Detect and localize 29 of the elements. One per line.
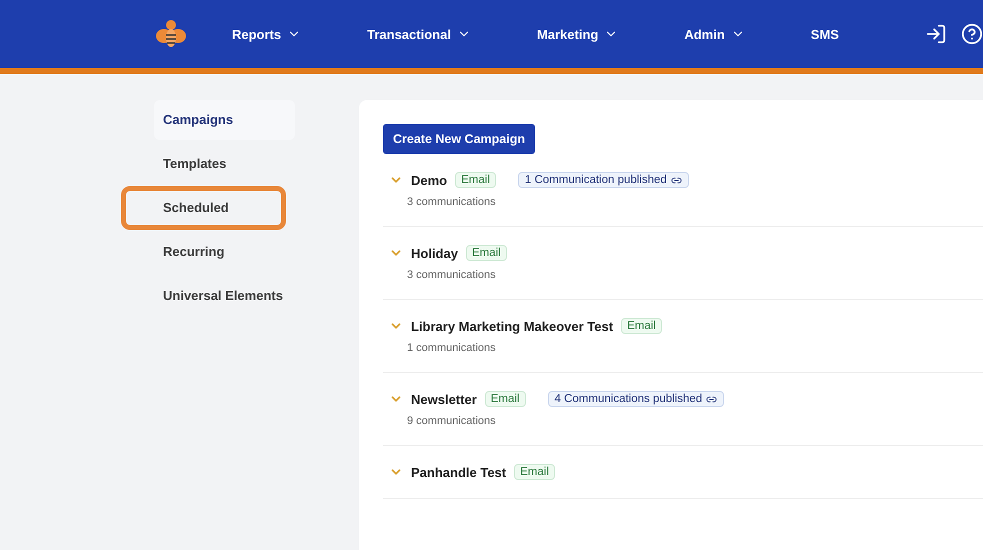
- campaign-name: Newsletter: [411, 392, 477, 406]
- sign-in-icon[interactable]: [925, 23, 947, 45]
- nav-menu-item[interactable]: Admin: [684, 26, 745, 42]
- sidebar-item[interactable]: Scheduled: [154, 188, 295, 228]
- channel-tag: Email: [466, 245, 507, 261]
- campaign-name: Panhandle Test: [411, 464, 506, 480]
- nav-menu-item[interactable]: Marketing: [536, 26, 618, 42]
- channel-tag: Email: [621, 318, 662, 334]
- campaign-name: Library Marketing Makeover Test: [411, 318, 614, 334]
- channel-tag: Email: [455, 172, 496, 188]
- nav-menu-item[interactable]: Reports: [232, 26, 302, 42]
- campaign-name: Holiday: [411, 246, 458, 260]
- sidebar-item[interactable]: Campaigns: [154, 100, 295, 140]
- create-campaign-button[interactable]: Create New Campaign: [383, 124, 535, 154]
- nav-menu-item[interactable]: Transactional: [367, 26, 471, 42]
- communications-count: 9 communications: [407, 415, 497, 427]
- published-link[interactable]: 4 Communications published: [548, 391, 724, 407]
- sidebar-item[interactable]: Templates: [154, 144, 295, 184]
- nav-menu-item[interactable]: SMS: [810, 26, 839, 42]
- help-icon[interactable]: [961, 23, 983, 45]
- channel-tag: Email: [484, 391, 526, 407]
- communications-count: 3 communications: [407, 269, 497, 281]
- communications-count: 3 communications: [407, 196, 497, 208]
- channel-tag: Email: [514, 464, 555, 480]
- campaign-name: Demo: [411, 172, 448, 188]
- published-link[interactable]: 1 Communication published: [518, 172, 689, 188]
- sidebar-item[interactable]: Universal Elements: [154, 276, 295, 316]
- sidebar-item[interactable]: Recurring: [154, 232, 295, 272]
- communications-count: 1 communications: [407, 342, 497, 354]
